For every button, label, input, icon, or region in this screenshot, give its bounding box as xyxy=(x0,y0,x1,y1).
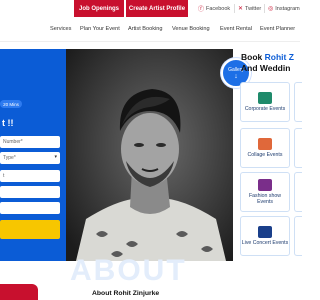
instagram-icon: ◎ xyxy=(268,6,274,12)
about-watermark: ABOUT xyxy=(70,254,187,287)
nav-divider xyxy=(0,41,300,42)
chevron-down-icon: ▾ xyxy=(54,154,57,160)
instagram-link[interactable]: ◎ Instagram xyxy=(268,3,300,14)
divider xyxy=(264,4,265,13)
phone-field[interactable]: Number* xyxy=(0,136,60,148)
category-card-partial[interactable] xyxy=(294,216,302,256)
twitter-label: Twitter xyxy=(245,5,262,12)
location-field-placeholder: t xyxy=(3,173,5,179)
nav-item-plan-your-event[interactable]: Plan Your Event xyxy=(80,26,120,32)
event-type-placeholder: Type* xyxy=(3,155,16,161)
artist-photo xyxy=(66,49,233,261)
create-artist-profile-button[interactable]: Create Artist Profile xyxy=(126,0,188,17)
job-openings-button[interactable]: Job Openings xyxy=(74,0,124,17)
main-nav: Services Plan Your Event Artist Booking … xyxy=(0,22,300,38)
arrow-down-icon: ↓ xyxy=(234,72,238,80)
chat-widget-tab[interactable] xyxy=(0,284,38,300)
submit-button[interactable] xyxy=(0,220,60,239)
budget-field[interactable] xyxy=(0,202,60,214)
twitter-link[interactable]: ✕ Twitter xyxy=(238,3,261,14)
facebook-link[interactable]: ⓕ Facebook xyxy=(198,3,230,14)
top-bar: Job Openings Create Artist Profile ⓕ Fac… xyxy=(0,0,300,17)
nav-item-services[interactable]: Services xyxy=(50,26,71,32)
location-field[interactable]: t xyxy=(0,170,60,182)
response-time-badge: 20 Mins xyxy=(0,100,22,108)
artist-name-highlight: Rohit Z xyxy=(264,52,294,62)
nav-item-event-planner[interactable]: Event Planner xyxy=(260,26,295,32)
corporate-icon xyxy=(258,92,272,104)
booking-heading-line2: And Weddin xyxy=(241,63,291,73)
category-label: Live Concert Events xyxy=(241,240,289,246)
category-card-concert[interactable]: Live Concert Events xyxy=(240,216,290,256)
category-card-partial[interactable] xyxy=(294,172,302,212)
nav-item-venue-booking[interactable]: Venue Booking xyxy=(172,26,210,32)
nav-item-artist-booking[interactable]: Artist Booking xyxy=(128,26,163,32)
category-card-corporate[interactable]: Corporate Events xyxy=(240,82,290,122)
twitter-icon: ✕ xyxy=(238,6,244,12)
event-type-select[interactable]: Type* ▾ xyxy=(0,152,60,164)
instagram-label: Instagram xyxy=(275,5,300,12)
date-field[interactable] xyxy=(0,186,60,198)
facebook-label: Facebook xyxy=(206,5,231,12)
form-heading: t !! xyxy=(2,118,14,128)
category-card-partial[interactable] xyxy=(294,128,302,168)
about-title: About Rohit Zinjurke xyxy=(92,290,160,297)
facebook-icon: ⓕ xyxy=(198,7,205,13)
category-label: Corporate Events xyxy=(244,106,286,112)
college-icon xyxy=(258,138,272,150)
concert-icon xyxy=(258,226,272,238)
nav-item-event-rental[interactable]: Event Rental xyxy=(220,26,252,32)
phone-field-placeholder: Number* xyxy=(3,139,23,145)
artist-portrait-image xyxy=(66,49,233,261)
category-card-fashion[interactable]: Fashion show Events xyxy=(240,172,290,212)
fashion-icon xyxy=(258,179,272,191)
category-card-partial[interactable] xyxy=(294,82,302,122)
booking-heading-prefix: Book xyxy=(241,52,265,62)
category-card-college[interactable]: Collage Events xyxy=(240,128,290,168)
category-label: Fashion show Events xyxy=(248,193,281,205)
category-label: Collage Events xyxy=(247,152,283,158)
booking-heading: Book Rohit Z And Weddin xyxy=(241,52,294,74)
divider xyxy=(234,4,235,13)
